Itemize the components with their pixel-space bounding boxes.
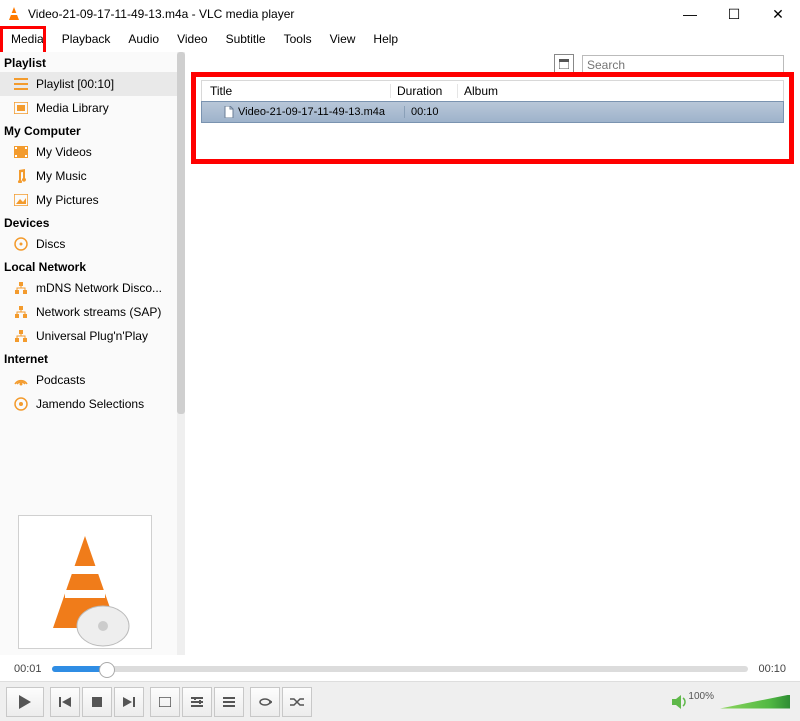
sidebar-item-jamendo[interactable]: Jamendo Selections [0, 392, 185, 416]
sidebar-section-local-network: Local Network [0, 256, 185, 276]
stop-button[interactable] [82, 687, 112, 717]
sidebar-scrollbar[interactable] [177, 52, 185, 655]
menu-tools[interactable]: Tools [275, 30, 321, 48]
picture-icon [12, 192, 30, 208]
playlist-row-title: Video-21-09-17-11-49-13.m4a [238, 106, 385, 118]
network-icon [12, 304, 30, 320]
volume-label: 100% [688, 691, 714, 702]
toggle-playlist-button[interactable] [214, 687, 244, 717]
column-duration[interactable]: Duration [391, 84, 458, 98]
volume-slider[interactable] [720, 695, 790, 709]
menu-audio[interactable]: Audio [119, 30, 168, 48]
sidebar-item-upnp[interactable]: Universal Plug'n'Play [0, 324, 185, 348]
menu-video[interactable]: Video [168, 30, 216, 48]
network-icon [12, 280, 30, 296]
disc-icon [12, 236, 30, 252]
sidebar-item-label: Jamendo Selections [36, 397, 144, 411]
sidebar-item-my-pictures[interactable]: My Pictures [0, 188, 185, 212]
menu-help[interactable]: Help [364, 30, 407, 48]
sidebar-section-devices: Devices [0, 212, 185, 232]
library-icon [12, 100, 30, 116]
column-album[interactable]: Album [458, 84, 783, 98]
file-icon [224, 106, 234, 118]
sidebar-item-label: Universal Plug'n'Play [36, 329, 148, 343]
play-button[interactable] [6, 687, 44, 717]
extended-settings-button[interactable] [182, 687, 212, 717]
sidebar-item-label: Playlist [00:10] [36, 77, 114, 91]
playlist-header: Title Duration Album [201, 80, 784, 102]
menu-media[interactable]: Media [2, 30, 53, 48]
menu-view[interactable]: View [321, 30, 365, 48]
sidebar-item-label: Discs [36, 237, 65, 251]
playlist-row-duration: 00:10 [405, 106, 471, 118]
sidebar-item-discs[interactable]: Discs [0, 232, 185, 256]
seek-slider[interactable] [52, 666, 749, 672]
sidebar-item-mdns[interactable]: mDNS Network Disco... [0, 276, 185, 300]
jamendo-icon [12, 396, 30, 412]
app-icon [6, 6, 22, 22]
sidebar-item-label: My Music [36, 169, 87, 183]
sidebar-section-playlist: Playlist [0, 52, 185, 72]
sidebar-item-label: My Pictures [36, 193, 99, 207]
sidebar-item-label: mDNS Network Disco... [36, 281, 162, 295]
sidebar-item-sap[interactable]: Network streams (SAP) [0, 300, 185, 324]
list-icon [12, 76, 30, 92]
menubar: Media Playback Audio Video Subtitle Tool… [0, 28, 800, 50]
music-icon [12, 168, 30, 184]
sidebar-item-label: Podcasts [36, 373, 85, 387]
column-title[interactable]: Title [202, 84, 391, 98]
sidebar-item-label: Network streams (SAP) [36, 305, 161, 319]
playlist-row[interactable]: Video-21-09-17-11-49-13.m4a 00:10 [201, 101, 784, 123]
toggle-view-button[interactable] [554, 54, 574, 74]
sidebar-section-internet: Internet [0, 348, 185, 368]
sidebar-section-my-computer: My Computer [0, 120, 185, 140]
network-icon [12, 328, 30, 344]
time-total: 00:10 [758, 663, 786, 675]
fullscreen-button[interactable] [150, 687, 180, 717]
search-input[interactable] [583, 58, 783, 72]
window-title: Video-21-09-17-11-49-13.m4a - VLC media … [28, 7, 294, 21]
search-box[interactable] [582, 55, 784, 75]
seek-bar-row: 00:01 00:10 [0, 657, 800, 681]
minimize-button[interactable]: — [668, 0, 712, 28]
maximize-button[interactable]: ☐ [712, 0, 756, 28]
shuffle-button[interactable] [282, 687, 312, 717]
close-button[interactable]: ✕ [756, 0, 800, 28]
mute-button[interactable] [672, 695, 688, 709]
sidebar-item-label: Media Library [36, 101, 109, 115]
menu-playback[interactable]: Playback [53, 30, 120, 48]
playlist-panel: Title Duration Album Video-21-09-17-11-4… [185, 52, 800, 655]
sidebar-item-label: My Videos [36, 145, 92, 159]
podcast-icon [12, 372, 30, 388]
previous-button[interactable] [50, 687, 80, 717]
sidebar-item-my-videos[interactable]: My Videos [0, 140, 185, 164]
album-art [18, 515, 152, 649]
video-icon [12, 144, 30, 160]
playback-controls: 100% [0, 681, 800, 721]
loop-button[interactable] [250, 687, 280, 717]
menu-subtitle[interactable]: Subtitle [217, 30, 275, 48]
sidebar-item-media-library[interactable]: Media Library [0, 96, 185, 120]
sidebar-item-podcasts[interactable]: Podcasts [0, 368, 185, 392]
title-bar: Video-21-09-17-11-49-13.m4a - VLC media … [0, 0, 800, 28]
time-elapsed: 00:01 [14, 663, 42, 675]
sidebar-item-my-music[interactable]: My Music [0, 164, 185, 188]
sidebar-item-playlist[interactable]: Playlist [00:10] [0, 72, 185, 96]
next-button[interactable] [114, 687, 144, 717]
